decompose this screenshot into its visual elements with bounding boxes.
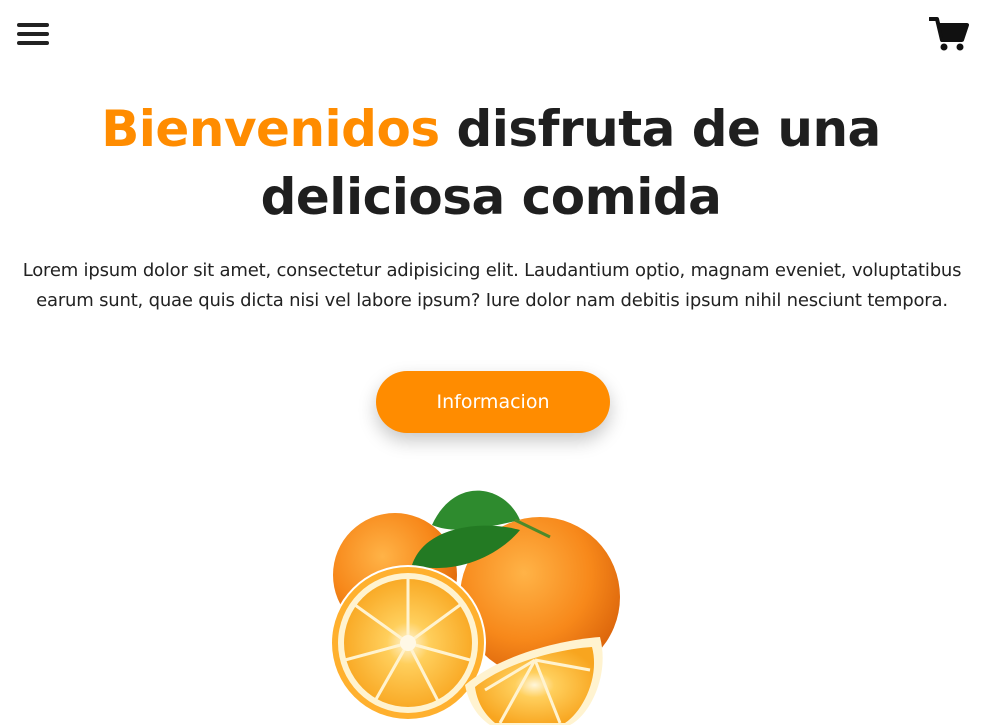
- top-navigation-bar: [0, 0, 982, 70]
- hero-title: Bienvenidos disfruta de una deliciosa co…: [0, 95, 982, 231]
- oranges-image: [330, 490, 620, 725]
- hamburger-menu-icon[interactable]: [17, 21, 49, 47]
- hero-description: Lorem ipsum dolor sit amet, consectetur …: [22, 260, 962, 311]
- landing-page: Bienvenidos disfruta de una deliciosa co…: [0, 0, 982, 725]
- hero-title-accent: Bienvenidos: [101, 100, 440, 158]
- shopping-cart-icon[interactable]: [928, 16, 969, 52]
- informacion-button[interactable]: Informacion: [376, 371, 610, 433]
